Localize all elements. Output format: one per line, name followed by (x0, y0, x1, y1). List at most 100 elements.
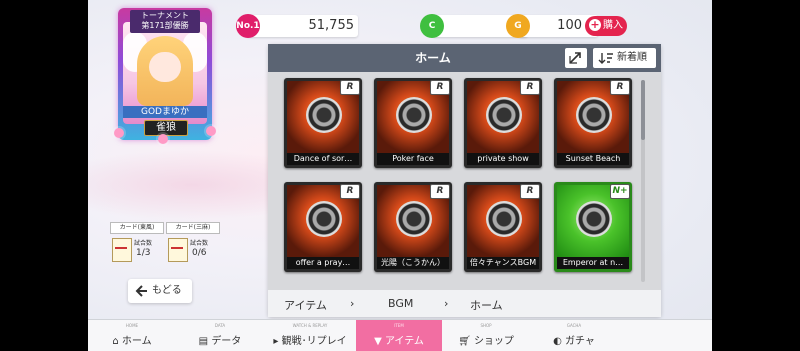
speaker-icon (486, 201, 522, 237)
rank-badge: R (430, 184, 450, 199)
nav-label: ⌂ ホーム (112, 336, 152, 347)
tournament-banner: トーナメント 第171部優勝 (130, 10, 200, 33)
speaker-icon (576, 201, 612, 237)
cart-icon: 🛒︎ (458, 336, 474, 347)
panel-title: ホーム (415, 51, 451, 65)
item-label: Dance of sor… (287, 153, 359, 165)
points-value: 51,755 (308, 18, 355, 33)
home-icon: ⌂ (112, 336, 122, 347)
panel-header: ホーム 新着順 (268, 44, 661, 72)
arrow-left-icon (135, 285, 147, 297)
item-label: private show (467, 153, 539, 165)
rank-badge: N+ (610, 184, 630, 199)
item-label: 光陽（こうかん） (377, 257, 449, 269)
bgm-item-tile[interactable]: R private show (464, 78, 542, 168)
speaker-icon (306, 97, 342, 133)
breadcrumb-item[interactable]: アイテム (284, 297, 327, 313)
bgm-item-tile[interactable]: R 倍々チャンスBGM (464, 182, 542, 272)
tournament-title: トーナメント (141, 11, 189, 20)
nav-watch-replay[interactable]: WATCH & REPLAY ▸ 観戦･リプレイ (264, 320, 356, 351)
flower-decoration (158, 134, 168, 144)
nav-shop[interactable]: SHOP 🛒︎ ショップ (442, 320, 530, 351)
speaker-icon (576, 97, 612, 133)
player-avatar-card[interactable]: トーナメント 第171部優勝 GODまゆか 雀狼 (114, 8, 216, 144)
card-label: 試合数 (134, 240, 153, 247)
data-icon: ▤ (198, 336, 212, 347)
nav-gacha[interactable]: GACHA ◐ ガチャ (530, 320, 618, 351)
bgm-item-tile[interactable]: R Dance of sor… (284, 78, 362, 168)
gacha-icon: ◐ (553, 336, 565, 347)
bgm-item-tile[interactable]: R 光陽（こうかん） (374, 182, 452, 272)
nav-sub: HOME (125, 323, 139, 328)
tournament-result: 第171部優勝 (141, 21, 189, 30)
card-count: 1/3 (136, 248, 151, 258)
app-screen: トーナメント 第171部優勝 GODまゆか 雀狼 No.1 51,755 C 0… (88, 0, 712, 351)
rank-badge: R (610, 80, 630, 95)
sort-label: 新着順 (617, 52, 647, 63)
nav-label: ▤ データ (198, 336, 242, 347)
nav-sub: SHOP (480, 323, 492, 328)
sort-icon (598, 53, 613, 64)
breadcrumb-item[interactable]: BGM (388, 297, 413, 310)
nav-label: ▼ アイテム (374, 336, 424, 347)
nav-home[interactable]: HOME ⌂ ホーム (88, 320, 176, 351)
item-label: Sunset Beach (557, 153, 629, 165)
nav-label: ▸ 観戦･リプレイ (273, 336, 347, 347)
item-label: 倍々チャンスBGM (467, 257, 539, 269)
rank-badge: R (340, 80, 360, 95)
speaker-icon (306, 201, 342, 237)
play-icon: ▸ (273, 336, 282, 347)
nav-sub: WATCH & REPLAY (292, 323, 328, 328)
rank-badge-icon: No.1 (236, 14, 260, 38)
card-title: カード(東風) (110, 222, 164, 234)
nav-sub: GACHA (566, 323, 582, 328)
nav-sub: DATA (214, 323, 226, 328)
card-count: 0/6 (192, 248, 207, 258)
card-icon (112, 238, 132, 262)
chevron-right-icon: › (350, 297, 355, 310)
rank-badge: R (430, 80, 450, 95)
speaker-icon (396, 97, 432, 133)
currency-bar: No.1 51,755 C 0 G 100 +購入 (236, 14, 688, 40)
expand-icon (569, 52, 581, 64)
breadcrumb-item: ホーム (470, 299, 503, 312)
coin-g-value: 100 (557, 18, 582, 33)
back-label: もどる (152, 285, 182, 296)
item-label: Emperor at n… (557, 257, 629, 269)
item-grid: R Dance of sor… R Poker face R private s… (268, 72, 661, 290)
breadcrumb: アイテム › BGM › ホーム (268, 290, 661, 317)
card-icon (168, 238, 188, 262)
item-panel: ホーム 新着順 R Dance of sor… R Poker face R p… (268, 44, 661, 317)
nav-label: 🛒︎ ショップ (458, 336, 514, 347)
card-label: 試合数 (190, 240, 209, 247)
item-label: Poker face (377, 153, 449, 165)
bgm-item-tile[interactable]: R Poker face (374, 78, 452, 168)
nav-sub: ITEM (394, 323, 404, 328)
card-title: カード(三麻) (166, 222, 220, 234)
sort-button[interactable]: 新着順 (593, 48, 656, 68)
speaker-icon (396, 201, 432, 237)
expand-button[interactable] (565, 48, 587, 68)
bgm-item-tile-selected[interactable]: N+ Emperor at n… (554, 182, 632, 272)
nav-label: ◐ ガチャ (553, 336, 595, 347)
buy-label: 購入 (603, 20, 623, 31)
nav-data[interactable]: DATA ▤ データ (176, 320, 264, 351)
plus-icon: + (589, 18, 601, 31)
flower-decoration (114, 128, 124, 138)
coin-g-icon: G (506, 14, 530, 38)
coin-c-icon: C (420, 14, 444, 38)
chevron-right-icon: › (444, 297, 449, 310)
rank-label: 雀狼 (144, 120, 188, 136)
player-name: GODまゆか (123, 106, 207, 118)
bottom-nav: HOME ⌂ ホーム DATA ▤ データ WATCH & REPLAY ▸ 観… (88, 319, 712, 351)
bgm-item-tile[interactable]: R Sunset Beach (554, 78, 632, 168)
flower-decoration (206, 126, 216, 136)
rank-badge: R (520, 184, 540, 199)
buy-button[interactable]: + 購入 (585, 16, 627, 36)
bgm-item-tile[interactable]: R offer a pray… (284, 182, 362, 272)
shirt-icon: ▼ (374, 336, 385, 347)
nav-item-tab[interactable]: ITEM ▼ アイテム (356, 320, 442, 351)
speaker-icon (486, 97, 522, 133)
back-button[interactable]: もどる (128, 279, 192, 303)
scrollbar-thumb[interactable] (641, 80, 645, 140)
